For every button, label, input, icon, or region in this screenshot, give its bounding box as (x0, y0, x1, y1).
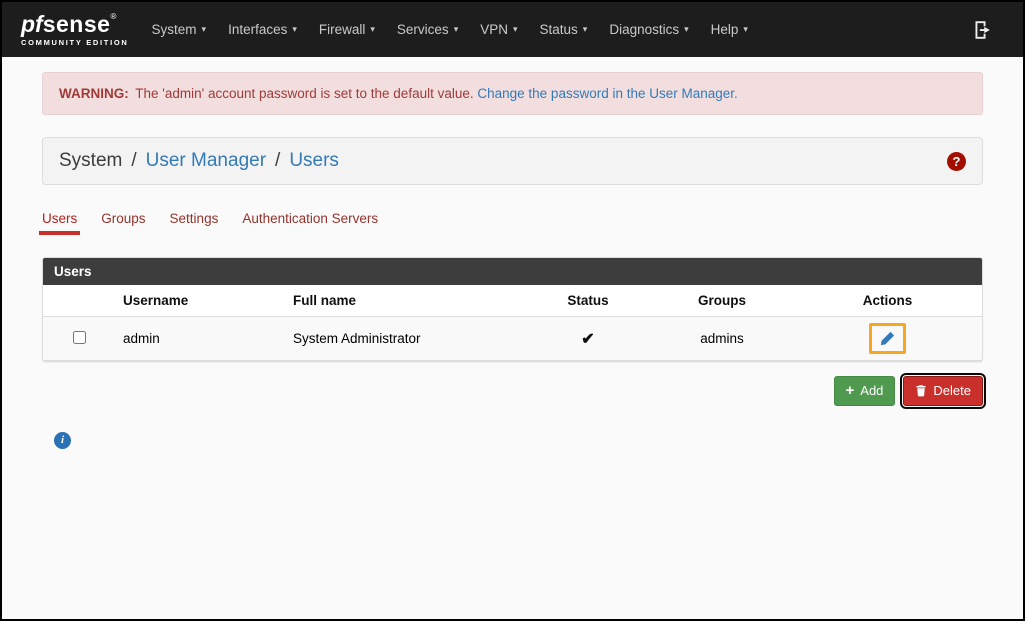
cell-username: admin (115, 317, 285, 361)
edit-user-icon[interactable] (880, 331, 895, 346)
menu-vpn[interactable]: VPN ▾ (469, 13, 528, 46)
logout-button[interactable] (973, 20, 993, 40)
header-groups: Groups (651, 285, 793, 317)
main-menu: System ▾ Interfaces ▾ Firewall ▾ Service… (141, 13, 759, 46)
menu-status-label: Status (540, 22, 578, 37)
header-fullname: Full name (285, 285, 525, 317)
help-glyph: ? (953, 154, 961, 169)
chevron-down-icon: ▾ (583, 25, 588, 34)
change-password-link[interactable]: Change the password in the User Manager. (477, 86, 737, 101)
users-table: Username Full name Status Groups Actions… (43, 285, 982, 361)
menu-help[interactable]: Help ▾ (700, 13, 759, 46)
tab-authentication-servers[interactable]: Authentication Servers (242, 211, 378, 235)
delete-button-label: Delete (933, 383, 971, 399)
menu-diagnostics-label: Diagnostics (609, 22, 679, 37)
menu-interfaces[interactable]: Interfaces ▾ (217, 13, 308, 46)
menu-status[interactable]: Status ▾ (529, 13, 599, 46)
menu-firewall[interactable]: Firewall ▾ (308, 13, 386, 46)
tab-users[interactable]: Users (42, 211, 77, 235)
breadcrumb-user-manager[interactable]: User Manager (146, 150, 266, 172)
warning-text: The 'admin' account password is set to t… (135, 86, 473, 101)
menu-help-label: Help (711, 22, 739, 37)
chevron-down-icon: ▾ (202, 25, 207, 34)
chevron-down-icon: ▾ (743, 25, 748, 34)
add-button-label: Add (860, 383, 883, 399)
logo-wordmark: pfsense® (21, 13, 129, 36)
table-row: admin System Administrator ✔ admins (43, 317, 982, 361)
menu-system-label: System (152, 22, 197, 37)
add-button[interactable]: + Add (834, 376, 896, 406)
password-warning-banner: WARNING: The 'admin' account password is… (42, 72, 983, 115)
delete-button[interactable]: Delete (903, 376, 983, 406)
cell-actions (793, 317, 982, 361)
table-actions-bar: + Add Delete (42, 376, 983, 406)
tab-settings[interactable]: Settings (170, 211, 219, 235)
info-glyph: i (61, 434, 64, 446)
pfsense-logo[interactable]: pfsense® COMMUNITY EDITION (21, 13, 129, 47)
menu-interfaces-label: Interfaces (228, 22, 287, 37)
panel-title: Users (43, 258, 982, 285)
header-username: Username (115, 285, 285, 317)
sign-out-icon (973, 20, 993, 40)
help-icon[interactable]: ? (947, 152, 966, 171)
header-actions: Actions (793, 285, 982, 317)
section-tabs: Users Groups Settings Authentication Ser… (42, 211, 983, 235)
status-check-icon: ✔ (525, 317, 651, 361)
top-navbar: pfsense® COMMUNITY EDITION System ▾ Inte… (2, 2, 1023, 57)
plus-icon: + (846, 383, 855, 398)
breadcrumb: System / User Manager / Users ? (42, 137, 983, 185)
header-status: Status (525, 285, 651, 317)
logo-tagline: COMMUNITY EDITION (21, 39, 129, 47)
menu-diagnostics[interactable]: Diagnostics ▾ (598, 13, 699, 46)
header-select (43, 285, 115, 317)
highlight-box (869, 323, 906, 354)
cell-select (43, 317, 115, 361)
menu-vpn-label: VPN (480, 22, 508, 37)
table-header-row: Username Full name Status Groups Actions (43, 285, 982, 317)
menu-services-label: Services (397, 22, 449, 37)
logo-pf: pf (21, 11, 43, 37)
trash-icon (915, 384, 927, 397)
breadcrumb-separator: / (131, 150, 136, 172)
row-checkbox[interactable] (73, 331, 86, 344)
cell-fullname: System Administrator (285, 317, 525, 361)
chevron-down-icon: ▾ (292, 25, 297, 34)
breadcrumb-users[interactable]: Users (289, 150, 339, 172)
users-panel: Users Username Full name Status Groups A… (42, 257, 983, 362)
registered-mark-icon: ® (110, 12, 116, 21)
menu-system[interactable]: System ▾ (141, 13, 218, 46)
cell-groups: admins (651, 317, 793, 361)
tab-groups[interactable]: Groups (101, 211, 145, 235)
menu-services[interactable]: Services ▾ (386, 13, 469, 46)
info-icon[interactable]: i (54, 432, 71, 449)
warning-label: WARNING: (59, 86, 129, 101)
chevron-down-icon: ▾ (513, 25, 518, 34)
logo-sense: sense (43, 11, 111, 37)
chevron-down-icon: ▾ (454, 25, 459, 34)
breadcrumb-system: System (59, 150, 122, 172)
browser-viewport: pfsense® COMMUNITY EDITION System ▾ Inte… (0, 0, 1025, 621)
breadcrumb-separator: / (275, 150, 280, 172)
menu-firewall-label: Firewall (319, 22, 366, 37)
chevron-down-icon: ▾ (370, 25, 375, 34)
chevron-down-icon: ▾ (684, 25, 689, 34)
